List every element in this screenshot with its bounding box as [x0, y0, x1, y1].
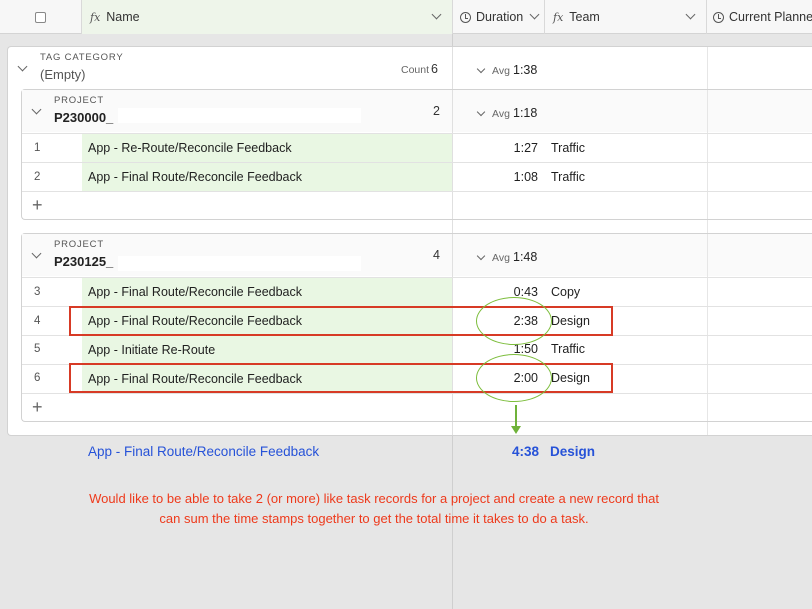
avg-label: Avg: [492, 252, 510, 264]
summary-record-duration: 4:38: [511, 444, 539, 459]
avg-value: 1:48: [513, 250, 538, 264]
planned-column-header[interactable]: Current Planne: [707, 0, 812, 34]
row-divider: [22, 393, 812, 394]
clock-icon: [713, 11, 724, 23]
formula-icon: fx: [90, 10, 101, 24]
project-value: P230125_: [54, 254, 114, 269]
name-text: App - Re-Route/Reconcile Feedback: [88, 141, 292, 155]
duration-column-label: Duration: [476, 10, 524, 24]
annotation-note-line: Would like to be able to take 2 (or more…: [89, 491, 659, 506]
arrowhead-icon: [511, 426, 521, 434]
name-cell[interactable]: App - Initiate Re-Route: [82, 336, 452, 364]
team-cell[interactable]: Traffic: [551, 141, 585, 155]
formula-icon: fx: [553, 10, 564, 24]
avg-value: 1:18: [513, 106, 538, 120]
outer-avg-label: Avg: [492, 65, 510, 77]
row-number: 2: [34, 171, 41, 183]
row-number: 6: [34, 372, 41, 384]
project-label: PROJECT: [54, 239, 104, 250]
duration-cell[interactable]: 1:08: [478, 170, 538, 184]
highlight-oval-green: [476, 297, 552, 345]
duration-cell[interactable]: 1:27: [478, 141, 538, 155]
name-column-header[interactable]: fx Name: [82, 0, 453, 34]
name-text: App - Final Route/Reconcile Feedback: [88, 285, 303, 299]
name-text: App - Initiate Re-Route: [88, 343, 216, 357]
name-cell[interactable]: App - Final Route/Reconcile Feedback: [82, 163, 452, 191]
outer-avg-value: 1:38: [513, 63, 538, 77]
chevron-down-icon[interactable]: [431, 9, 442, 20]
outer-group-label: TAG CATEGORY: [40, 52, 124, 63]
planned-column-label: Current Planne: [729, 10, 812, 24]
chevron-down-icon[interactable]: [685, 9, 696, 20]
add-record-icon[interactable]: +: [32, 398, 43, 416]
duration-column-header[interactable]: Duration: [453, 0, 545, 34]
avg-label: Avg: [492, 108, 510, 120]
row-divider: [22, 191, 812, 192]
project-value: P230000_: [54, 110, 114, 125]
project-label: PROJECT: [54, 95, 104, 106]
outer-count-value: 6: [431, 62, 438, 76]
chevron-down-icon[interactable]: [529, 9, 540, 20]
name-cell[interactable]: App - Final Route/Reconcile Feedback: [82, 278, 452, 306]
row-number: 1: [34, 142, 41, 154]
redaction-box: [118, 256, 361, 271]
redaction-box: [118, 108, 361, 123]
row-number: 4: [34, 315, 41, 327]
grid-header: fx Name Duration fx Team Current Planne: [0, 0, 812, 34]
team-cell[interactable]: Traffic: [551, 342, 585, 356]
project-count: 2: [433, 104, 440, 118]
select-all-cell: [0, 0, 82, 34]
summary-record-team: Design: [550, 444, 596, 459]
name-column-label: Name: [106, 10, 140, 24]
select-all-checkbox[interactable]: [35, 11, 46, 23]
team-column-label: Team: [569, 10, 600, 24]
summary-record-name: App - Final Route/Reconcile Feedback: [88, 444, 320, 459]
add-record-icon[interactable]: +: [32, 196, 43, 214]
team-cell[interactable]: Traffic: [551, 170, 585, 184]
outer-group-value: (Empty): [40, 67, 86, 82]
team-cell[interactable]: Copy: [551, 285, 580, 299]
name-text: App - Final Route/Reconcile Feedback: [88, 170, 303, 184]
outer-count-label: Count: [401, 64, 430, 76]
team-column-header[interactable]: fx Team: [545, 0, 707, 34]
row-number: 5: [34, 343, 41, 355]
project-count: 4: [433, 248, 440, 262]
row-number: 3: [34, 286, 41, 298]
highlight-oval-green: [476, 354, 552, 402]
clock-icon: [460, 11, 471, 23]
name-cell[interactable]: App - Re-Route/Reconcile Feedback: [82, 134, 452, 162]
annotation-note: Would like to be able to take 2 (or more…: [54, 489, 694, 528]
arrow-down-icon: [515, 405, 517, 427]
annotation-note-line: can sum the time stamps together to get …: [159, 510, 589, 526]
